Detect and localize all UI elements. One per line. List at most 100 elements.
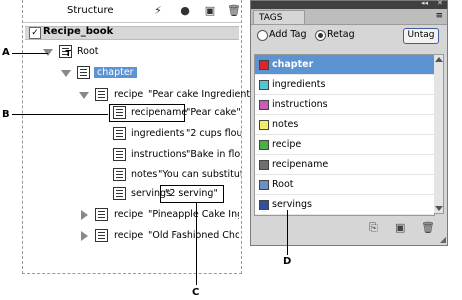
- new-tag-icon[interactable]: ▣: [395, 221, 405, 234]
- tag-color-swatch: [259, 200, 269, 210]
- tree-value: "You can substitute: [158, 169, 241, 180]
- panel-titlebar[interactable]: ◂◂ ✕: [251, 0, 447, 9]
- tree-value: "Pineapple Cake Ingre: [148, 209, 239, 220]
- element-icon: [113, 168, 126, 181]
- tree-label: recipename: [131, 107, 188, 118]
- tree-row-recipe[interactable]: recipe "Old Fashioned Choco: [79, 229, 239, 243]
- tree-row-recipe[interactable]: recipe "Pineapple Cake Ingre: [79, 208, 239, 222]
- tab-label: TAGS: [259, 13, 283, 23]
- tree-row-ingredients[interactable]: ingredients "2 cups flour: [113, 127, 241, 141]
- tree-row-root[interactable]: Root: [43, 45, 223, 59]
- add-tag-label: Add Tag: [269, 29, 307, 40]
- lightning-icon[interactable]: ⚡: [151, 4, 165, 18]
- structure-toolbar: Structure ⚡ ● ▣ 🗑: [23, 0, 241, 23]
- tag-color-swatch: [259, 140, 269, 150]
- callout-line-a: [12, 53, 48, 54]
- trash-icon[interactable]: 🗑: [227, 4, 241, 18]
- dot-icon[interactable]: ●: [178, 4, 192, 18]
- tree-value: "2 cups flour: [186, 128, 241, 139]
- callout-line-d: [287, 210, 288, 255]
- expand-triangle-icon[interactable]: [61, 70, 71, 77]
- tree-row-recipename[interactable]: recipename "Pear cake": [109, 104, 241, 122]
- tag-label: recipe: [272, 139, 302, 150]
- tag-color-swatch: [259, 80, 269, 90]
- collapse-triangle-icon[interactable]: [81, 210, 88, 220]
- callout-line-c: [196, 203, 197, 285]
- document-root-label: Recipe_book: [43, 26, 114, 37]
- tag-label: chapter: [272, 59, 314, 70]
- structure-pane: Structure ⚡ ● ▣ 🗑 ✓ Recipe_book Root cha…: [22, 0, 255, 274]
- callout-label-b: B: [2, 109, 10, 120]
- tree-row-recipe[interactable]: recipe "Pear cake Ingredients: [79, 88, 255, 102]
- tag-list: chapter ingredients instructions notes r…: [254, 54, 435, 216]
- retag-radio[interactable]: [315, 30, 326, 41]
- tag-mode-controls: Add Tag Retag Untag: [251, 25, 447, 45]
- element-icon: [113, 127, 126, 140]
- tag-color-swatch: [259, 100, 269, 110]
- tag-label: recipename: [272, 159, 329, 170]
- tree-label: recipe: [114, 209, 144, 220]
- tree-value: "2 serving": [165, 188, 218, 199]
- tag-item-ingredients[interactable]: ingredients: [255, 75, 434, 95]
- add-tag-radio[interactable]: [257, 30, 268, 41]
- tree-label-selected: chapter: [94, 67, 137, 78]
- retag-label: Retag: [327, 29, 355, 40]
- tree-label: ingredients: [131, 128, 185, 139]
- tag-options-icon[interactable]: ⎘: [369, 221, 378, 235]
- tag-item-chapter[interactable]: chapter: [255, 55, 434, 75]
- scroll-up-icon[interactable]: [435, 57, 443, 62]
- element-icon: [113, 187, 126, 200]
- structure-title: Structure: [67, 5, 114, 16]
- tag-label: Root: [272, 179, 294, 190]
- callout-label-d: D: [283, 256, 292, 267]
- new-element-icon[interactable]: ▣: [203, 4, 217, 18]
- element-icon: [95, 208, 108, 221]
- tag-item-recipe[interactable]: recipe: [255, 135, 434, 155]
- checkbox-icon: ✓: [29, 27, 41, 39]
- tag-color-swatch: [259, 120, 269, 130]
- collapse-arrows-icon[interactable]: ◂◂: [421, 0, 428, 7]
- tree-value: "Pear cake Ingredients: [148, 89, 256, 100]
- tag-item-notes[interactable]: notes: [255, 115, 434, 135]
- tree-row-instructions[interactable]: instructions "Bake in flou: [113, 148, 241, 162]
- tab-tags[interactable]: TAGS: [253, 10, 305, 24]
- expand-triangle-icon[interactable]: [79, 92, 89, 99]
- callout-label-c: C: [192, 287, 200, 298]
- tree-row-servings[interactable]: servings "2 serving": [113, 185, 241, 203]
- tree-row-notes[interactable]: notes "You can substitute: [113, 168, 241, 182]
- tree-label: Root: [77, 46, 99, 57]
- tag-item-instructions[interactable]: instructions: [255, 95, 434, 115]
- tree-label: recipe: [114, 89, 144, 100]
- tag-item-root[interactable]: Root: [255, 175, 434, 195]
- callout-label-a: A: [2, 47, 10, 58]
- resize-grip-icon[interactable]: ◢: [440, 235, 446, 244]
- tag-item-recipename[interactable]: recipename: [255, 155, 434, 175]
- scroll-down-icon[interactable]: [435, 206, 443, 211]
- tree-label: notes: [131, 169, 158, 180]
- panel-tabbar: TAGS ≡: [251, 9, 447, 25]
- tag-color-swatch: [259, 60, 269, 70]
- tag-label: servings: [272, 199, 312, 210]
- structure-root-bar[interactable]: ✓ Recipe_book: [25, 26, 239, 40]
- panel-menu-icon[interactable]: ≡: [435, 11, 443, 21]
- tree-value: "Old Fashioned Choco: [148, 230, 239, 241]
- element-icon: [113, 148, 126, 161]
- tag-color-swatch: [259, 160, 269, 170]
- panel-bottom-bar: ⎘ ▣ 🗑: [251, 215, 447, 239]
- collapse-triangle-icon[interactable]: [81, 231, 88, 241]
- callout-line-b: [12, 114, 108, 115]
- untag-button[interactable]: Untag: [403, 28, 439, 44]
- delete-tag-icon[interactable]: 🗑: [421, 221, 435, 234]
- element-icon: [95, 229, 108, 242]
- tree-value: "Pear cake": [186, 107, 241, 118]
- close-icon[interactable]: ✕: [437, 0, 443, 7]
- tag-color-swatch: [259, 180, 269, 190]
- element-icon: [113, 106, 126, 119]
- tag-label: ingredients: [272, 79, 326, 90]
- tag-list-scrollbar[interactable]: [434, 54, 444, 214]
- tag-item-servings[interactable]: servings: [255, 195, 434, 215]
- tree-row-chapter[interactable]: chapter: [61, 66, 231, 80]
- tree-value: "Bake in flou: [186, 149, 241, 160]
- element-icon: [95, 88, 108, 101]
- element-icon: [77, 66, 90, 79]
